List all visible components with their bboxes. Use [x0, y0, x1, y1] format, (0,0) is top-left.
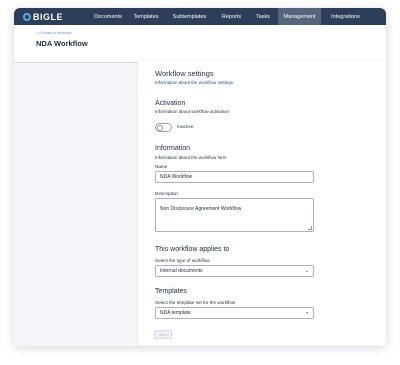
- logo-text: BIGLE: [33, 11, 64, 22]
- resize-handle-icon[interactable]: [308, 226, 312, 230]
- applies-to-title: This workflow applies to: [155, 246, 230, 253]
- save-button[interactable]: Save: [154, 330, 172, 339]
- templates-title: Templates: [155, 288, 187, 295]
- caret-down-icon: ▼: [305, 311, 309, 315]
- app-window: BIGLE Documents Templates Subtemplates R…: [14, 8, 386, 346]
- name-input[interactable]: NDA Workflow: [155, 171, 314, 183]
- information-title: Information: [155, 145, 191, 152]
- nav-item-tasks[interactable]: Tasks: [248, 8, 278, 25]
- page-header: < Go back to Workflow NDA Workflow: [14, 25, 386, 63]
- template-set-value: NDA template: [160, 310, 191, 316]
- workflow-settings-panel: Workflow settings Information about the …: [138, 61, 386, 346]
- nav-item-reports[interactable]: Reports: [215, 8, 248, 25]
- activation-title: Activation: [155, 100, 186, 107]
- description-value: Non Disclosure Agreement Workflow: [160, 206, 242, 212]
- page-title: NDA Workflow: [36, 39, 88, 48]
- template-set-select[interactable]: NDA template ▼: [155, 307, 314, 319]
- activation-state-label: Inactive: [177, 125, 194, 130]
- template-set-label: Select the template set for the workflow: [155, 300, 236, 305]
- nav-item-documents[interactable]: Documents: [88, 8, 128, 25]
- workflow-type-value: Internal documents: [160, 268, 203, 274]
- nav-item-templates[interactable]: Templates: [128, 8, 164, 25]
- settings-subtitle: Information about the workflow settings: [155, 80, 234, 85]
- back-link[interactable]: < Go back to Workflow: [36, 31, 71, 35]
- top-navigation: BIGLE Documents Templates Subtemplates R…: [14, 8, 386, 25]
- nav-item-management[interactable]: Management: [278, 8, 321, 25]
- toggle-knob: [157, 125, 163, 131]
- information-subtitle: Information about the workflow form: [155, 155, 227, 160]
- name-label: Name: [155, 164, 168, 169]
- nav-item-integrations[interactable]: Integrations: [321, 8, 370, 25]
- logo-icon: [23, 12, 31, 21]
- nav-item-subtemplates[interactable]: Subtemplates: [164, 8, 215, 25]
- activation-toggle[interactable]: [155, 123, 172, 132]
- description-label: Description: [155, 191, 178, 196]
- workflow-type-label: Select the type of workflow: [155, 258, 210, 263]
- logo[interactable]: BIGLE: [14, 8, 88, 25]
- chevron-down-icon: ⌄: [304, 268, 309, 274]
- activation-subtitle: Information about workflow activation: [155, 109, 230, 114]
- workflow-type-select[interactable]: Internal documents ⌄: [155, 265, 314, 277]
- settings-title: Workflow settings: [155, 69, 214, 78]
- description-textarea[interactable]: Non Disclosure Agreement Workflow: [155, 198, 314, 232]
